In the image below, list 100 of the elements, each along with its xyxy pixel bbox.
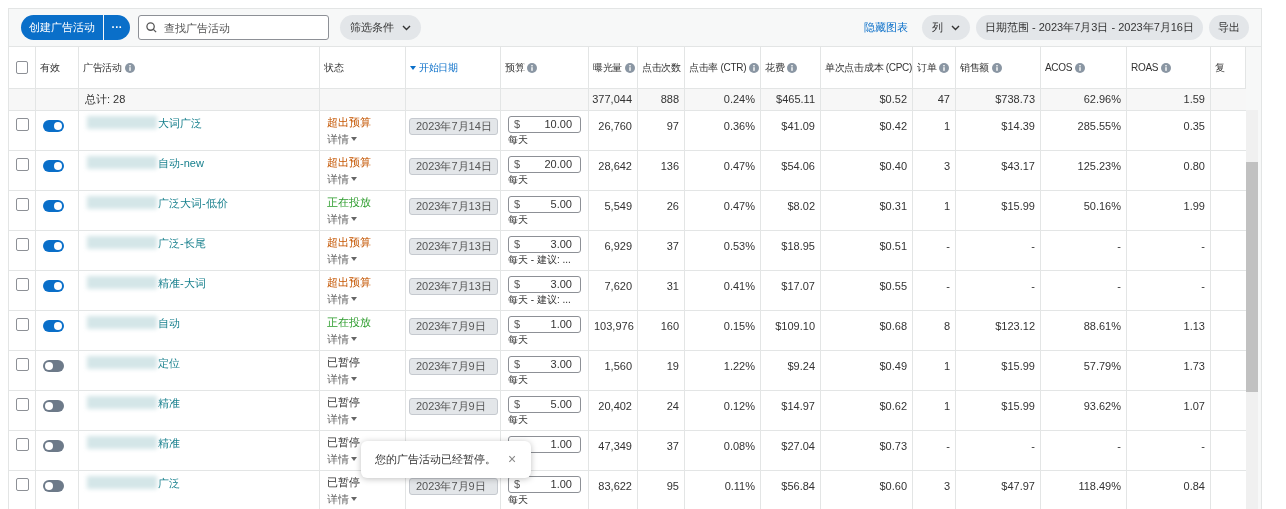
toggle-switch[interactable] [43,320,64,332]
table-cell: 20,402 [598,400,632,412]
column-header[interactable]: 曝光量 [593,60,623,75]
row-checkbox[interactable] [16,278,29,291]
details-dropdown[interactable]: 详情 [327,251,357,268]
column-header[interactable]: 订单 [917,60,937,75]
column-header[interactable]: ACOS [1045,60,1073,75]
search-icon [146,22,157,33]
details-dropdown[interactable]: 详情 [327,131,357,148]
campaign-name-link[interactable]: 精准 [158,395,180,412]
status-text: 已暂停 [327,395,360,410]
budget-field[interactable]: $ 5.00 [508,396,581,413]
campaign-name-link[interactable]: 自动 [158,315,180,332]
details-dropdown[interactable]: 详情 [327,371,357,388]
budget-field[interactable]: $ 3.00 [508,356,581,373]
table-cell: $15.99 [1001,400,1035,412]
status-text: 超出预算 [327,275,371,290]
date-range-button[interactable]: 日期范围 - 2023年7月3日 - 2023年7月16日 [975,15,1203,40]
details-dropdown[interactable]: 详情 [327,211,357,228]
column-header[interactable]: 有效 [40,60,60,75]
blurred-text [87,316,157,329]
row-checkbox[interactable] [16,438,29,451]
campaign-name-link[interactable]: 大词广泛 [158,115,202,132]
budget-field[interactable]: $ 20.00 [508,156,581,173]
details-dropdown[interactable]: 详情 [327,491,357,508]
campaign-name-link[interactable]: 精准 [158,435,180,452]
budget-field[interactable]: $ 10.00 [508,116,581,133]
start-date-field[interactable]: 2023年7月13日 [409,238,498,255]
campaign-name-link[interactable]: 广泛大词-低价 [158,195,228,212]
scrollbar-thumb[interactable] [1246,162,1258,392]
column-header[interactable]: 点击次数 [642,60,681,75]
details-dropdown[interactable]: 详情 [327,171,357,188]
start-date-field[interactable]: 2023年7月13日 [409,198,498,215]
column-header[interactable]: 状态 [324,60,344,75]
hide-chart-link[interactable]: 隐藏图表 [863,19,908,36]
table-cell: 97 [666,120,679,132]
start-date-field[interactable]: 2023年7月9日 [409,358,498,375]
table-cell: $14.39 [1001,120,1035,132]
details-dropdown[interactable]: 详情 [327,451,357,468]
toggle-switch[interactable] [43,400,64,412]
column-header[interactable]: 单次点击成本 (CPC) [825,60,912,75]
columns-dropdown[interactable]: 列 [921,15,970,40]
search-field[interactable]: 查找广告活动 [138,15,329,40]
details-dropdown[interactable]: 详情 [327,291,357,308]
column-header[interactable]: 销售额 [960,60,990,75]
details-dropdown[interactable]: 详情 [327,331,357,348]
total-cell-text: $738.73 [995,92,1035,108]
campaign-name-link[interactable]: 定位 [158,355,180,372]
budget-field[interactable]: $ 3.00 [508,276,581,293]
row-checkbox[interactable] [16,318,29,331]
table-cell: 57.79% [1083,360,1121,372]
toggle-switch[interactable] [43,200,64,212]
toggle-switch[interactable] [43,360,64,372]
budget-field[interactable]: $ 1.00 [508,316,581,333]
start-date-field[interactable]: 2023年7月9日 [409,398,498,415]
row-checkbox[interactable] [16,238,29,251]
more-button[interactable]: ··· [104,15,130,40]
row-checkbox[interactable] [16,398,29,411]
campaign-name-link[interactable]: 广泛-长尾 [158,235,206,252]
start-date-field[interactable]: 2023年7月14日 [409,118,498,135]
table-cell: $15.99 [1001,200,1035,212]
row-checkbox[interactable] [16,358,29,371]
column-header[interactable]: 广告活动 [83,60,122,75]
create-campaign-button[interactable]: 创建广告活动 [21,15,103,40]
select-all-checkbox[interactable] [16,61,28,74]
budget-field[interactable]: $ 3.00 [508,236,581,253]
campaign-name-link[interactable]: 自动-new [158,155,204,172]
budget-field[interactable]: $ 5.00 [508,196,581,213]
start-date-field[interactable]: 2023年7月14日 [409,158,498,175]
status-text: 正在投放 [327,315,371,330]
export-button[interactable]: 导出 [1209,15,1249,40]
toggle-switch[interactable] [43,280,64,292]
table-cell: $0.73 [879,440,907,452]
table-cell: 285.55% [1077,120,1121,132]
total-cell-text: 47 [937,92,950,108]
toggle-switch[interactable] [43,440,64,452]
row-checkbox[interactable] [16,118,29,131]
column-header[interactable]: 开始日期 [419,60,458,75]
row-checkbox[interactable] [16,478,29,491]
row-checkbox[interactable] [16,158,29,171]
start-date-field[interactable]: 2023年7月13日 [409,278,498,295]
column-header[interactable]: ROAS [1131,60,1159,75]
column-header[interactable]: 复 [1215,60,1225,75]
toggle-switch[interactable] [43,120,64,132]
table-cell: 0.47% [723,200,755,212]
toggle-switch[interactable] [43,480,64,492]
toggle-switch[interactable] [43,160,64,172]
column-header[interactable]: 点击率 (CTR) [689,60,747,75]
filter-dropdown[interactable]: 筛选条件 [340,15,421,40]
row-checkbox[interactable] [16,198,29,211]
budget-field[interactable]: $ 1.00 [508,476,581,493]
column-header[interactable]: 花费 [765,60,785,75]
start-date-field[interactable]: 2023年7月9日 [409,318,498,335]
toggle-switch[interactable] [43,240,64,252]
campaign-name-link[interactable]: 广泛 [158,475,180,492]
start-date-field[interactable]: 2023年7月9日 [409,478,498,495]
campaign-name-link[interactable]: 精准-大词 [158,275,206,292]
table-cell: 47,349 [598,440,632,452]
column-header[interactable]: 预算 [505,60,525,75]
details-dropdown[interactable]: 详情 [327,411,357,428]
